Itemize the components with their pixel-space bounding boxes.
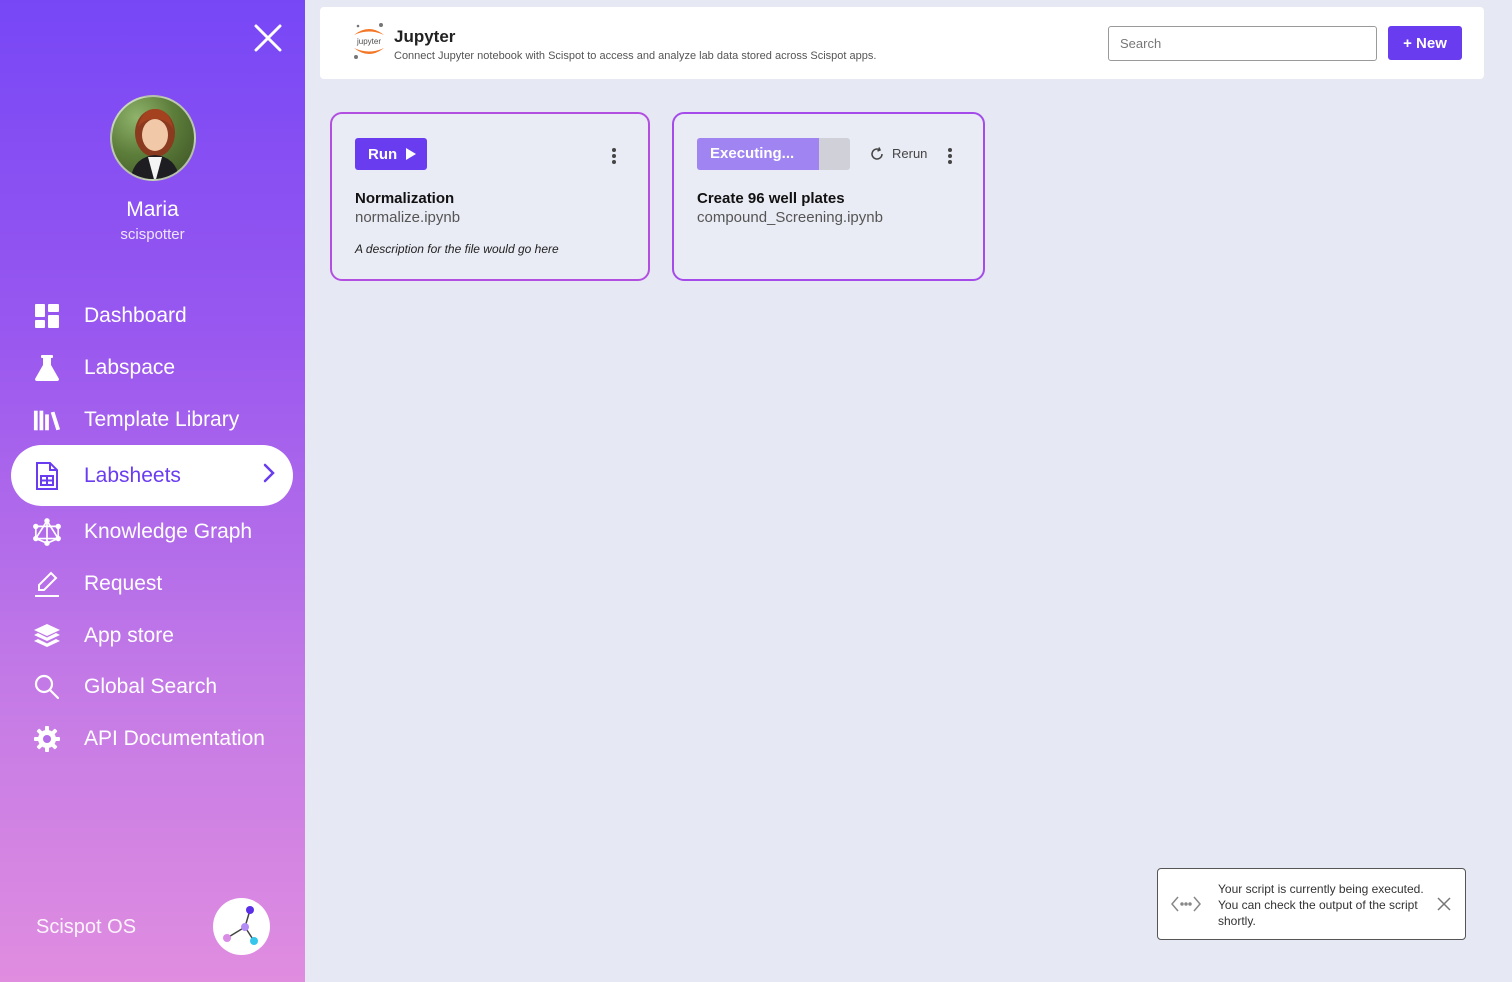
sidebar-item-labspace[interactable]: Labspace (0, 342, 305, 394)
notebook-card[interactable]: Executing... Rerun Create 96 well plates… (672, 112, 985, 281)
execution-progress-bar: Executing... (697, 138, 850, 170)
notebook-filename: compound_Screening.ipynb (697, 209, 883, 226)
spreadsheet-icon (33, 461, 61, 490)
sidebar-item-label: Labspace (84, 356, 176, 379)
sidebar-item-app-store[interactable]: App store (0, 610, 305, 662)
sidebar-item-api-documentation[interactable]: API Documentation (0, 713, 305, 765)
notebook-filename: normalize.ipynb (355, 209, 461, 226)
search-input[interactable] (1108, 26, 1377, 61)
jupyter-logo-text: jupyter (356, 37, 381, 46)
rerun-label: Rerun (892, 146, 928, 161)
library-icon (33, 406, 61, 434)
avatar[interactable] (110, 95, 196, 181)
pencil-icon (33, 570, 61, 598)
new-button[interactable]: + New (1388, 26, 1462, 60)
sidebar-item-label: App store (84, 624, 174, 647)
execution-toast: Your script is currently being executed.… (1157, 868, 1466, 940)
sidebar-item-template-library[interactable]: Template Library (0, 394, 305, 446)
scispot-logo-icon[interactable] (213, 898, 270, 955)
notebook-title: Normalization (355, 190, 455, 207)
close-icon[interactable] (1436, 896, 1452, 917)
play-icon (406, 148, 417, 160)
user-handle: scispotter (120, 226, 185, 243)
sidebar-item-label: Labsheets (84, 463, 181, 487)
notebook-title: Create 96 well plates (697, 190, 845, 207)
sidebar-item-label: Template Library (84, 408, 240, 431)
notebook-card[interactable]: Run Normalization normalize.ipynb A desc… (330, 112, 650, 281)
sidebar-item-global-search[interactable]: Global Search (0, 661, 305, 713)
page-description: Connect Jupyter notebook with Scispot to… (394, 50, 877, 62)
more-options-icon[interactable] (606, 145, 622, 167)
code-icon (1170, 895, 1202, 918)
sidebar-item-dashboard[interactable]: Dashboard (0, 290, 305, 342)
search-icon (33, 673, 61, 701)
sidebar-item-label: Global Search (84, 675, 218, 698)
sidebar-item-knowledge-graph[interactable]: Knowledge Graph (0, 506, 305, 558)
flask-icon (33, 354, 61, 382)
layers-icon (33, 622, 61, 650)
rerun-button[interactable]: Rerun (870, 146, 927, 161)
rerun-icon (871, 146, 883, 160)
more-options-icon[interactable] (942, 145, 958, 167)
jupyter-logo-icon: jupyter (350, 21, 388, 61)
app-header: jupyter Jupyter Connect Jupyter notebook… (320, 7, 1484, 79)
close-sidebar-icon[interactable] (252, 22, 284, 54)
run-button-label: Run (368, 145, 398, 163)
graph-icon (33, 518, 61, 546)
sidebar-item-label: Knowledge Graph (84, 520, 253, 543)
chevron-right-icon (263, 463, 275, 488)
sidebar: Maria scispotter Dashboard Labspace Temp… (0, 0, 305, 982)
sidebar-item-request[interactable]: Request (0, 558, 305, 610)
sidebar-item-label: Request (84, 572, 163, 595)
dashboard-icon (33, 302, 61, 330)
user-name: Maria (126, 198, 179, 221)
sidebar-item-label: API Documentation (84, 727, 265, 750)
gear-icon (33, 725, 61, 753)
run-button[interactable]: Run (355, 138, 427, 170)
sidebar-item-label: Dashboard (84, 304, 187, 327)
execution-status: Executing... (710, 145, 795, 162)
brand-name: Scispot OS (36, 916, 137, 938)
sidebar-item-labsheets[interactable]: Labsheets (11, 445, 293, 506)
page-title: Jupyter (394, 27, 456, 46)
toast-message: Your script is currently being executed.… (1218, 882, 1424, 928)
notebook-description: A description for the file would go here (355, 242, 559, 256)
